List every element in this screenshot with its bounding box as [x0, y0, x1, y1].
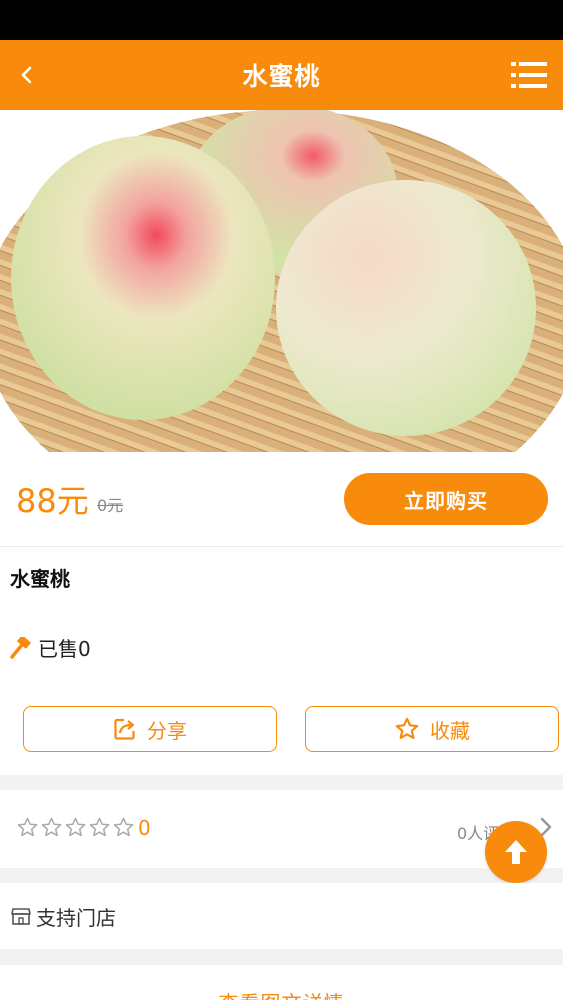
store-support-row[interactable]: 支持门店 [0, 883, 563, 949]
page-title: 水蜜桃 [242, 62, 321, 91]
star-outline-icon [113, 817, 134, 837]
star-outline-icon [89, 817, 110, 837]
favorite-button[interactable]: 收藏 [305, 706, 559, 752]
original-price: 0元 [97, 496, 124, 515]
detail-row[interactable]: 查看图文详情 [0, 965, 563, 1000]
price-row: 88元 0元 立即购买 [0, 452, 563, 547]
rating-row[interactable]: 0 0人评 [0, 790, 563, 868]
buy-now-button[interactable]: 立即购买 [344, 473, 548, 525]
star-outline-icon [17, 817, 38, 837]
star-outline-icon [395, 717, 419, 740]
product-info: 水蜜桃 已售0 分享 收藏 [0, 547, 563, 775]
share-label: 分享 [147, 718, 187, 743]
favorite-label: 收藏 [430, 718, 470, 743]
back-arrow-icon[interactable] [10, 58, 44, 92]
back-to-top-button[interactable] [485, 821, 547, 883]
sold-count: 已售0 [10, 633, 91, 662]
product-name: 水蜜桃 [10, 567, 70, 591]
share-icon [114, 718, 135, 740]
store-icon [11, 908, 31, 925]
star-outline-icon [41, 817, 62, 837]
share-button[interactable]: 分享 [23, 706, 277, 752]
nav-bar: 水蜜桃 [0, 40, 563, 110]
status-bar [0, 0, 563, 40]
menu-list-icon[interactable] [511, 59, 547, 91]
star-outline-icon [65, 817, 86, 837]
rating-score: 0 [138, 816, 151, 840]
product-image [0, 110, 563, 452]
arrow-up-icon [505, 840, 527, 864]
store-label: 支持门店 [36, 905, 116, 930]
sold-label: 已售0 [38, 637, 91, 661]
view-details-link[interactable]: 查看图文详情 [0, 987, 563, 1000]
hammer-icon [10, 636, 31, 659]
rating-stars [16, 816, 136, 839]
price: 88元 [16, 482, 89, 520]
